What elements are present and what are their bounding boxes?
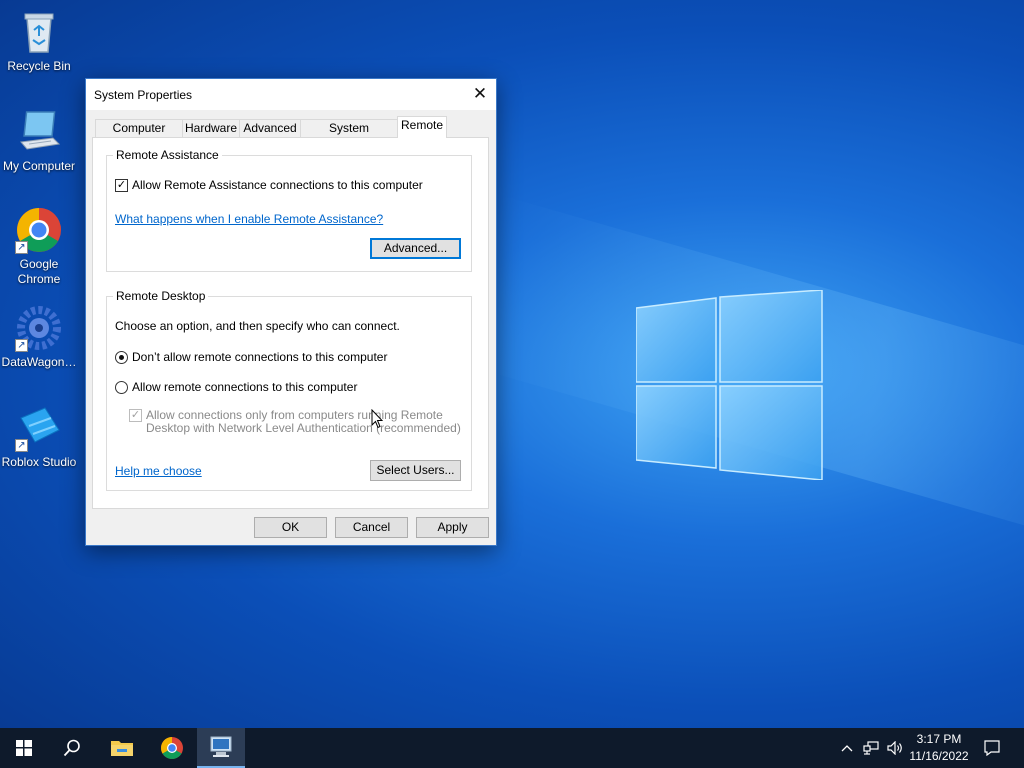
clock-time: 3:17 PM	[916, 732, 962, 746]
system-properties-icon	[210, 736, 232, 757]
allow-remote-assistance-row[interactable]: ✓ Allow Remote Assistance connections to…	[115, 178, 423, 192]
desktop-icon-recycle-bin[interactable]: Recycle Bin	[0, 8, 78, 74]
chrome-icon	[161, 737, 183, 759]
advanced-button[interactable]: Advanced...	[370, 238, 461, 259]
nla-checkbox: ✓	[129, 409, 142, 422]
chrome-taskbar-button[interactable]	[148, 728, 196, 768]
datawagon-icon: ↗	[15, 304, 63, 352]
tab-advanced[interactable]: Advanced	[239, 119, 301, 138]
start-button[interactable]	[0, 728, 48, 768]
taskbar: 3:17 PM 11/16/2022	[0, 728, 1024, 768]
desktop-icon-my-computer[interactable]: My Computer	[0, 108, 78, 174]
roblox-studio-icon: ↗	[15, 404, 63, 452]
allow-remote-label: Allow remote connections to this compute…	[132, 380, 358, 394]
chrome-icon: ↗	[15, 206, 63, 254]
allow-remote-radio[interactable]	[115, 380, 128, 394]
remote-desktop-instruction: Choose an option, and then specify who c…	[115, 319, 400, 333]
shortcut-arrow-icon: ↗	[15, 241, 28, 254]
dialog-titlebar[interactable]: System Properties ✕	[86, 79, 496, 110]
remote-tab-panel: Remote Assistance ✓ Allow Remote Assista…	[92, 137, 489, 509]
tab-hardware[interactable]: Hardware	[182, 119, 240, 138]
system-properties-taskbar-button[interactable]	[197, 728, 245, 768]
clock-date: 11/16/2022	[909, 749, 969, 763]
windows-start-icon	[16, 740, 32, 756]
search-icon	[63, 739, 80, 757]
nla-label: Allow connections only from computers ru…	[146, 409, 461, 435]
network-icon	[863, 741, 879, 755]
dont-allow-remote-radio[interactable]	[115, 350, 128, 364]
dont-allow-remote-row[interactable]: Don’t allow remote connections to this c…	[115, 350, 387, 364]
recycle-bin-icon	[15, 8, 63, 56]
file-explorer-icon	[111, 741, 133, 756]
network-tray-button[interactable]	[860, 728, 882, 768]
action-center-button[interactable]	[978, 728, 1006, 768]
allow-remote-row[interactable]: Allow remote connections to this compute…	[115, 380, 357, 394]
search-button[interactable]	[48, 728, 96, 768]
nla-label-line2: Desktop with Network Level Authenticatio…	[146, 421, 461, 435]
allow-remote-assistance-label: Allow Remote Assistance connections to t…	[132, 178, 423, 192]
select-users-button[interactable]: Select Users...	[370, 460, 461, 481]
file-explorer-button[interactable]	[98, 728, 146, 768]
windows-wallpaper-logo	[636, 290, 823, 480]
tab-computer-name[interactable]: Computer Name	[95, 119, 183, 152]
desktop-icon-label: DataWagon…	[1, 355, 77, 369]
shortcut-arrow-icon: ↗	[15, 339, 28, 352]
system-properties-dialog: System Properties ✕ Computer Name Hardwa…	[85, 78, 497, 546]
tab-remote[interactable]: Remote	[397, 116, 447, 138]
remote-desktop-group-label: Remote Desktop	[113, 289, 209, 303]
remote-assistance-group-label: Remote Assistance	[113, 148, 222, 162]
taskbar-clock[interactable]: 3:17 PM 11/16/2022	[904, 731, 974, 765]
dont-allow-remote-label: Don’t allow remote connections to this c…	[132, 350, 388, 364]
desktop-icon-label: My Computer	[2, 159, 76, 173]
remote-desktop-group: Remote Desktop Choose an option, and the…	[106, 289, 472, 491]
volume-tray-button[interactable]	[884, 728, 906, 768]
desktop-icon-google-chrome[interactable]: ↗ Google Chrome	[0, 206, 78, 287]
allow-remote-assistance-checkbox[interactable]: ✓	[115, 178, 128, 192]
dialog-title: System Properties	[94, 88, 193, 102]
show-hidden-icons-button[interactable]	[838, 728, 856, 768]
desktop-icon-label: Google Chrome	[17, 257, 61, 286]
desktop-icon-datawagon[interactable]: ↗ DataWagon…	[0, 304, 78, 370]
desktop-icon-label: Recycle Bin	[7, 59, 71, 73]
remote-assistance-help-link[interactable]: What happens when I enable Remote Assist…	[115, 212, 383, 226]
computer-icon	[15, 108, 63, 156]
notification-icon	[984, 740, 1000, 756]
ok-button[interactable]: OK	[254, 517, 327, 538]
shortcut-arrow-icon: ↗	[15, 439, 28, 452]
nla-row: ✓ Allow connections only from computers …	[129, 409, 461, 435]
cancel-button[interactable]: Cancel	[335, 517, 408, 538]
tab-system-protection[interactable]: System Protection	[300, 119, 398, 152]
remote-assistance-group: Remote Assistance ✓ Allow Remote Assista…	[106, 148, 472, 272]
wallpaper-light-beam	[500, 195, 1024, 553]
close-icon[interactable]: ✕	[464, 79, 496, 110]
help-me-choose-link[interactable]: Help me choose	[115, 464, 202, 478]
apply-button[interactable]: Apply	[416, 517, 489, 538]
desktop-icon-label: Roblox Studio	[1, 455, 77, 469]
desktop-icon-roblox-studio[interactable]: ↗ Roblox Studio	[0, 404, 78, 470]
speaker-icon	[887, 741, 902, 755]
chevron-up-icon	[841, 745, 853, 752]
